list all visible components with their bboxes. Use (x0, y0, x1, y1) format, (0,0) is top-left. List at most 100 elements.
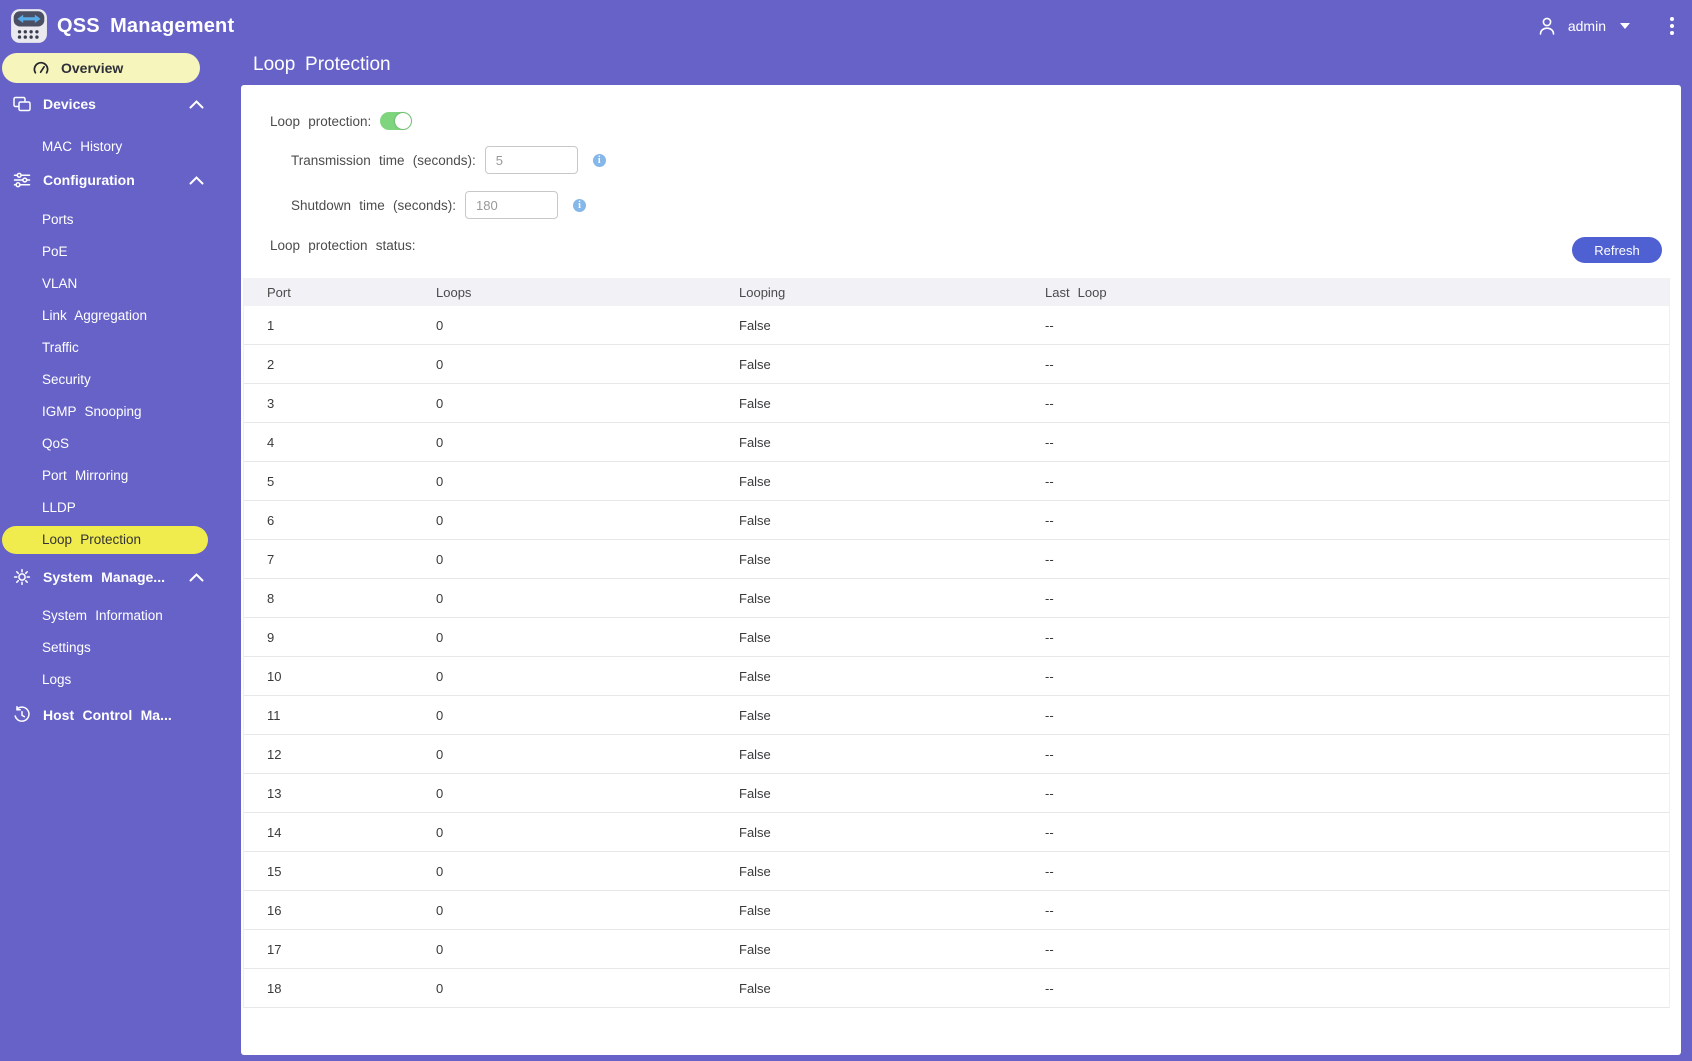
sidebar-item-vlan[interactable]: VLAN (0, 268, 232, 300)
sliders-icon (13, 172, 31, 188)
transmission-time-row: Transmission time (seconds): (291, 146, 606, 174)
table-cell: False (716, 851, 1022, 891)
table-cell: 0 (413, 851, 716, 891)
table-cell: -- (1022, 890, 1669, 930)
table-row: 18 0 False -- (244, 968, 1669, 1008)
table-cell: 2 (244, 344, 413, 384)
table-cell: False (716, 773, 1022, 813)
topbar: QSS Management admin (0, 0, 1692, 52)
table-cell: False (716, 461, 1022, 501)
table-row: 2 0 False -- (244, 344, 1669, 384)
table-cell: 0 (413, 617, 716, 657)
table-cell: -- (1022, 929, 1669, 969)
table-cell: -- (1022, 422, 1669, 462)
table-row: 6 0 False -- (244, 500, 1669, 540)
sidebar-item-poe[interactable]: PoE (0, 236, 232, 268)
refresh-button[interactable]: Refresh (1572, 237, 1662, 263)
status-table: Port Loops Looping Last Loop 1 0 False -- 2 0 Fal… (244, 278, 1669, 1008)
sidebar-item-igmp-snooping[interactable]: IGMP Snooping (0, 396, 232, 428)
sidebar-configuration-items: Ports PoE VLAN Link Aggregation Traffic Secur… (0, 204, 232, 554)
devices-icon (13, 96, 31, 112)
content-panel: Loop protection: Transmission time (seco… (241, 85, 1681, 1055)
table-cell: -- (1022, 500, 1669, 540)
table-cell: 11 (244, 695, 413, 735)
sidebar-item-ports[interactable]: Ports (0, 204, 232, 236)
table-row: 5 0 False -- (244, 461, 1669, 501)
sidebar-item-host-control[interactable]: Host Control Ma... (0, 698, 232, 732)
table-cell: -- (1022, 851, 1669, 891)
transmission-time-input[interactable] (484, 146, 578, 174)
table-cell: -- (1022, 539, 1669, 579)
info-icon[interactable] (573, 198, 587, 212)
sidebar-devices-items: MAC History (0, 131, 232, 163)
table-cell: False (716, 539, 1022, 579)
table-cell: 0 (413, 929, 716, 969)
table-cell: False (716, 422, 1022, 462)
gauge-icon (33, 61, 49, 74)
table-cell: -- (1022, 578, 1669, 618)
sidebar-item-lldp[interactable]: LLDP (0, 492, 232, 524)
sidebar-group-configuration[interactable]: Configuration (0, 163, 232, 197)
sidebar-item-port-mirroring[interactable]: Port Mirroring (0, 460, 232, 492)
sidebar-group-system-management[interactable]: System Manage... (0, 560, 232, 594)
table-cell: 9 (244, 617, 413, 657)
sidebar-item-logs[interactable]: Logs (0, 664, 232, 696)
table-row: 15 0 False -- (244, 851, 1669, 891)
info-icon[interactable] (592, 153, 606, 167)
table-cell: -- (1022, 383, 1669, 423)
table-row: 8 0 False -- (244, 578, 1669, 618)
table-cell: -- (1022, 773, 1669, 813)
sidebar-item-traffic[interactable]: Traffic (0, 332, 232, 364)
column-header-loops: Loops (436, 284, 472, 300)
sidebar-item-security[interactable]: Security (0, 364, 232, 396)
table-cell: 4 (244, 422, 413, 462)
sidebar-system-items: System Information Settings Logs (0, 600, 232, 696)
sidebar-item-system-information[interactable]: System Information (0, 600, 232, 632)
table-row: 14 0 False -- (244, 812, 1669, 852)
sidebar-item-loop-protection[interactable]: Loop Protection (2, 526, 208, 554)
table-cell: 3 (244, 383, 413, 423)
table-cell: False (716, 812, 1022, 852)
table-row: 16 0 False -- (244, 890, 1669, 930)
table-row: 9 0 False -- (244, 617, 1669, 657)
gear-icon (13, 568, 31, 586)
sidebar-group-devices[interactable]: Devices (0, 87, 232, 121)
shutdown-time-label: Shutdown time (seconds): (291, 197, 457, 213)
sidebar-group-label: Devices (43, 96, 96, 112)
table-row: 7 0 False -- (244, 539, 1669, 579)
sidebar-item-qos[interactable]: QoS (0, 428, 232, 460)
topbar-right: admin (1536, 0, 1678, 52)
table-row: 1 0 False -- (244, 306, 1669, 345)
sidebar-item-overview[interactable]: Overview (2, 53, 200, 83)
toggle-knob (395, 113, 412, 129)
status-table-body: 1 0 False -- 2 0 False -- 3 0 False -- 4 0 False -- 5 0 Fa… (244, 306, 1669, 1008)
table-cell: 0 (413, 773, 716, 813)
sidebar: Overview Devices MAC History Configurati… (0, 52, 232, 732)
sidebar-group-label: Configuration (43, 172, 135, 188)
table-cell: 0 (413, 500, 716, 540)
chevron-up-icon (189, 175, 204, 184)
sidebar-item-link-aggregation[interactable]: Link Aggregation (0, 300, 232, 332)
table-cell: 0 (413, 344, 716, 384)
table-cell: 17 (244, 929, 413, 969)
status-section-label: Loop protection status: (270, 238, 416, 253)
shutdown-time-input[interactable] (465, 191, 559, 219)
kebab-menu-icon[interactable] (1666, 13, 1678, 39)
table-cell: 16 (244, 890, 413, 930)
table-cell: -- (1022, 695, 1669, 735)
table-cell: False (716, 383, 1022, 423)
user-name: admin (1567, 18, 1606, 34)
table-cell: 14 (244, 812, 413, 852)
loop-protection-label: Loop protection: (270, 113, 372, 129)
table-row: 3 0 False -- (244, 383, 1669, 423)
caret-down-icon (1620, 23, 1630, 29)
sidebar-item-settings[interactable]: Settings (0, 632, 232, 664)
loop-protection-toggle[interactable] (380, 112, 413, 130)
table-cell: 0 (413, 578, 716, 618)
sidebar-item-mac-history[interactable]: MAC History (0, 131, 232, 163)
shutdown-time-row: Shutdown time (seconds): (291, 191, 587, 219)
table-cell: 0 (413, 890, 716, 930)
user-menu[interactable]: admin (1536, 15, 1630, 37)
sidebar-group-label: Host Control Ma... (43, 707, 172, 723)
app-title: QSS Management (57, 14, 235, 37)
